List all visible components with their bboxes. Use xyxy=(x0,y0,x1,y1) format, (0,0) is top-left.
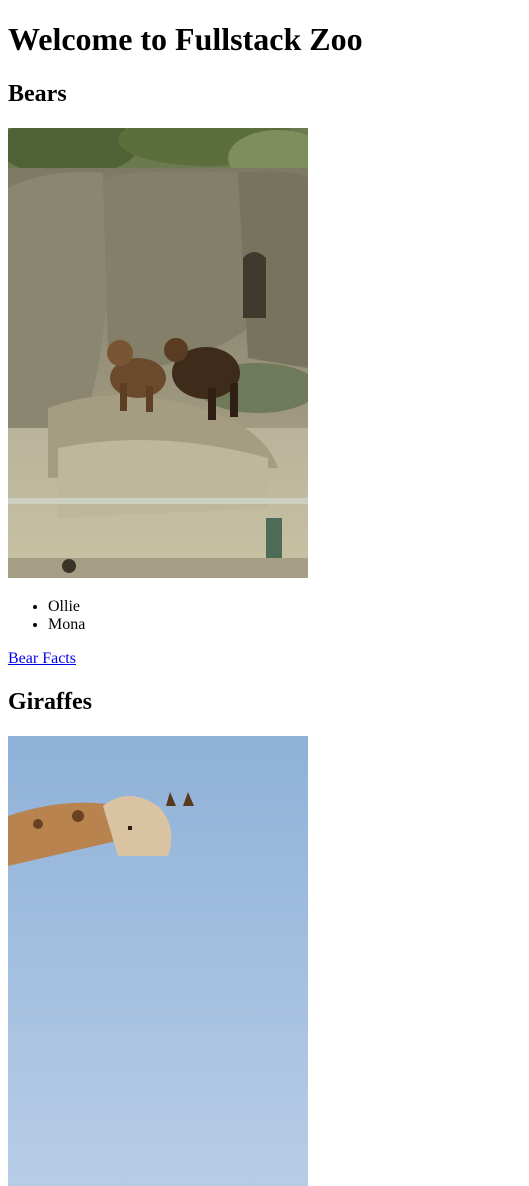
bears-heading: Bears xyxy=(8,81,67,107)
bears-section: Bears • Ollie • Mona Bear Facts xyxy=(8,80,521,668)
page-title: Welcome to Fullstack Zoo xyxy=(8,21,363,57)
giraffes-photo xyxy=(8,736,308,1186)
bears-photo xyxy=(8,128,308,578)
list-item: Ollie xyxy=(48,598,521,616)
giraffes-heading: Giraffes xyxy=(8,689,92,715)
page-content: Welcome to Fullstack Zoo Bears • Ollie •… xyxy=(0,21,529,1186)
bears-photo-image xyxy=(8,128,308,578)
bears-name-list: Ollie Mona xyxy=(8,598,521,634)
list-item: Mona xyxy=(48,616,521,634)
giraffes-photo-image xyxy=(8,736,308,1186)
giraffes-section: Giraffes xyxy=(8,688,521,1186)
bear-facts-link[interactable]: Bear Facts xyxy=(8,650,76,668)
bear-facts-paragraph: Bear Facts xyxy=(8,650,521,668)
